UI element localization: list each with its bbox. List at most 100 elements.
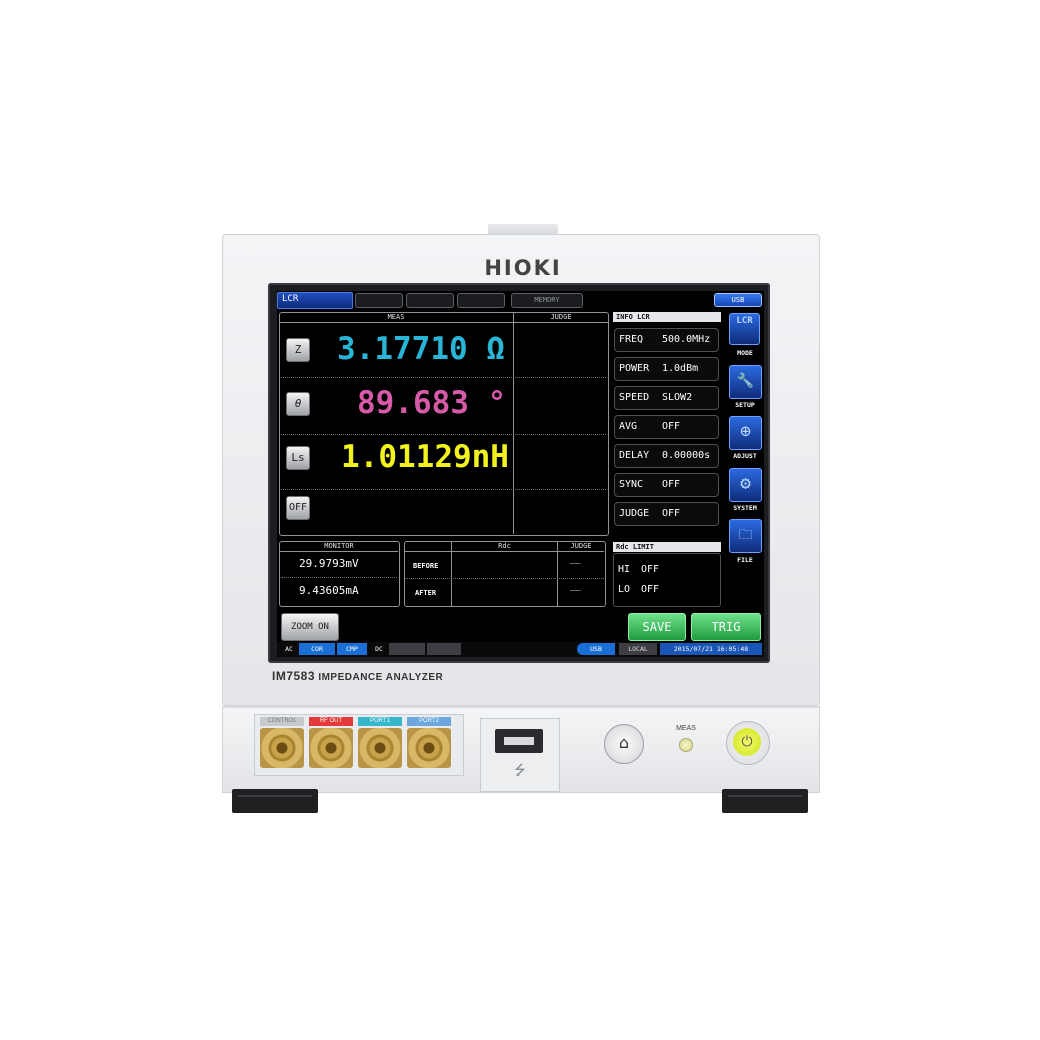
info-value: 500.0MHz <box>662 334 711 345</box>
monitor-current: 9.43605mA <box>299 584 359 597</box>
info-label: POWER <box>619 363 650 374</box>
sma-connector-icon <box>358 728 402 768</box>
before-label: BEFORE <box>413 562 439 570</box>
folder-icon: 🗀 <box>738 527 753 543</box>
adjust-button-label: ADJUST <box>733 452 757 460</box>
rf-out-connector[interactable]: RF OUT <box>309 717 353 770</box>
status-usb: USB <box>577 643 615 655</box>
hi-label: HI <box>618 564 631 575</box>
file-button-label: FILE <box>737 556 753 564</box>
param-z-button[interactable]: Z <box>286 338 310 362</box>
row-separator <box>405 578 604 579</box>
info-panel-title: INFO LCR <box>613 312 721 322</box>
home-button[interactable]: ⌂ <box>604 724 644 764</box>
rdc-judge-header: JUDGE <box>570 542 592 550</box>
power-icon[interactable]: ⏻ <box>733 728 761 756</box>
row-separator <box>281 577 397 578</box>
info-value: SLOW2 <box>662 392 693 403</box>
save-button[interactable]: SAVE <box>628 613 686 641</box>
meas-led-label: MEAS <box>676 725 696 732</box>
monitor-voltage: 29.9793mV <box>299 557 359 570</box>
info-row-sync[interactable]: SYNC OFF <box>614 473 719 497</box>
info-row-freq[interactable]: FREQ 500.0MHz <box>614 328 719 352</box>
right-foot <box>722 789 808 813</box>
meas-judge-divider <box>513 312 514 534</box>
target-icon: ⊕ <box>740 421 751 442</box>
mode-tab[interactable]: LCR <box>277 292 353 309</box>
left-foot <box>232 789 318 813</box>
control-connector[interactable]: CONTROL <box>260 717 304 770</box>
adjust-button[interactable]: ⊕ <box>729 416 762 450</box>
info-row-power[interactable]: POWER 1.0dBm <box>614 357 719 381</box>
monitor-header-line <box>280 551 398 552</box>
info-label: JUDGE <box>619 508 650 519</box>
info-row-avg[interactable]: AVG OFF <box>614 415 719 439</box>
judge-header: JUDGE <box>550 313 572 321</box>
info-row-judge[interactable]: JUDGE OFF <box>614 502 719 526</box>
port1-label: PORT1 <box>358 717 402 726</box>
meas-led <box>679 738 693 752</box>
info-label: SYNC <box>619 479 644 490</box>
model-label: IM7583 IMPEDANCE ANALYZER <box>272 669 532 683</box>
wrench-icon: 🔧 <box>736 373 755 389</box>
info-value: OFF <box>662 479 681 490</box>
status-dc-slot-2 <box>427 643 461 655</box>
port2-label: PORT2 <box>407 717 451 726</box>
memory-tab[interactable]: MEMORY <box>511 293 583 308</box>
status-dc: DC <box>375 645 383 653</box>
after-judge: –– <box>570 586 581 596</box>
usb-port[interactable] <box>495 729 543 753</box>
info-value: OFF <box>662 508 681 519</box>
param-off-button[interactable]: OFF <box>286 496 310 520</box>
empty-tab-2[interactable] <box>406 293 454 308</box>
param-theta-button[interactable]: θ <box>286 392 310 416</box>
usb-badge: USB <box>714 293 762 307</box>
empty-tab-1[interactable] <box>355 293 403 308</box>
status-ac: AC <box>285 645 293 653</box>
info-row-delay[interactable]: DELAY 0.00000s <box>614 444 719 468</box>
lo-label: LO <box>618 584 631 595</box>
meas-header-line <box>279 322 609 323</box>
port1-connector[interactable]: PORT1 <box>358 717 402 770</box>
info-label: AVG <box>619 421 638 432</box>
mode-tab-label: LCR <box>282 294 299 304</box>
hi-value: OFF <box>641 564 660 575</box>
row-separator <box>281 377 606 378</box>
setup-button-label: SETUP <box>735 401 755 409</box>
empty-tab-3[interactable] <box>457 293 505 308</box>
info-label: SPEED <box>619 392 650 403</box>
param-z-value: 3.17710 Ω <box>337 331 505 367</box>
monitor-header: MONITOR <box>324 542 354 550</box>
mode-button[interactable]: LCR <box>729 313 760 345</box>
rdc-limit-title: Rdc LIMIT <box>613 542 721 552</box>
gear-icon: ⚙ <box>740 473 751 494</box>
zoom-on-button[interactable]: ZOOM ON <box>281 613 339 641</box>
rdc-header: Rdc <box>498 542 511 550</box>
lcr-mode-icon: LCR <box>736 316 753 326</box>
status-local: LOCAL <box>619 643 657 655</box>
meas-header: MEAS <box>387 313 405 321</box>
status-dc-slot-1 <box>389 643 425 655</box>
mode-button-label: MODE <box>737 349 753 357</box>
home-icon: ⌂ <box>618 733 630 752</box>
param-ls-button[interactable]: Ls <box>286 446 310 470</box>
file-button[interactable]: 🗀 <box>729 519 762 553</box>
system-button-label: SYSTEM <box>733 504 757 512</box>
after-label: AFTER <box>415 589 437 597</box>
setup-button[interactable]: 🔧 <box>729 365 762 399</box>
trig-button[interactable]: TRIG <box>691 613 761 641</box>
system-button[interactable]: ⚙ <box>729 468 762 502</box>
info-label: FREQ <box>619 334 644 345</box>
param-theta-value: 89.683 ° <box>357 385 507 421</box>
usb-symbol-icon: ⭍ <box>514 763 526 779</box>
before-judge: –– <box>570 559 581 569</box>
rdc-limit-panel[interactable] <box>613 553 721 607</box>
status-cor: COR <box>299 643 335 655</box>
info-label: DELAY <box>619 450 650 461</box>
port2-connector[interactable]: PORT2 <box>407 717 451 770</box>
row-separator <box>281 489 606 490</box>
lcd-screen: LCR MEMORY USB MEAS JUDGE Z 3.17710 Ω θ … <box>277 291 764 657</box>
info-row-speed[interactable]: SPEED SLOW2 <box>614 386 719 410</box>
info-value: OFF <box>662 421 681 432</box>
lo-value: OFF <box>641 584 660 595</box>
